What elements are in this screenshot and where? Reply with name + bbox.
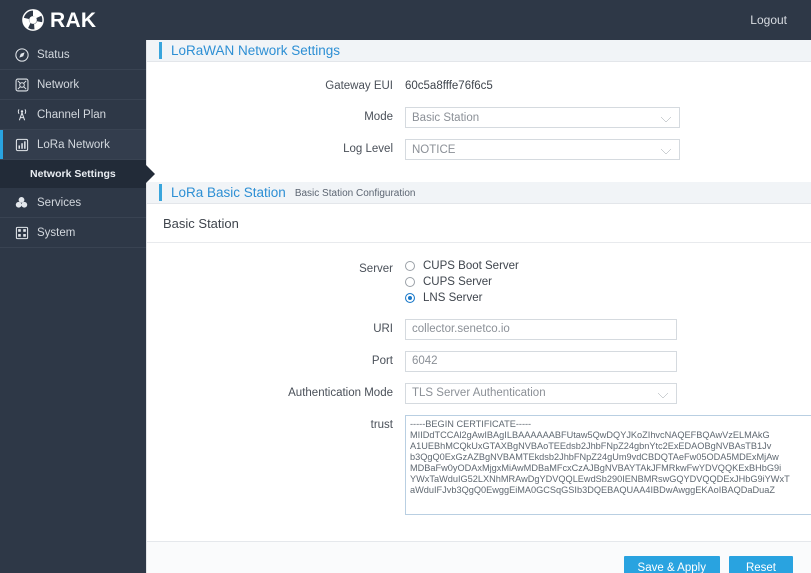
panel-accent-bar	[159, 42, 162, 60]
radio-label: CUPS Server	[423, 275, 493, 288]
server-label: Server	[359, 262, 393, 275]
log-level-select[interactable]: NOTICE	[405, 139, 680, 161]
panel-header-lorawan: LoRaWAN Network Settings	[147, 40, 811, 63]
server-radio-group: CUPS Boot Server CUPS Server LNS Server	[405, 259, 519, 308]
radio-indicator	[405, 276, 415, 287]
radio-label: CUPS Boot Server	[423, 259, 519, 272]
sidebar-item-label: LoRa Network	[37, 138, 110, 151]
sidebar-item-network-settings[interactable]: Network Settings	[0, 160, 146, 188]
top-bar: RAK Logout	[0, 0, 811, 40]
sidebar-item-label: Channel Plan	[37, 108, 107, 121]
row-gateway-eui: Gateway EUI 60c5a8fffe76f6c5	[147, 76, 811, 96]
port-label: Port	[371, 354, 393, 367]
services-icon	[14, 195, 29, 210]
sidebar-item-channel-plan[interactable]: Channel Plan	[0, 100, 146, 130]
panel-divider	[147, 174, 811, 182]
row-mode: Mode Basic Station	[147, 107, 811, 129]
radio-lns-server[interactable]: LNS Server	[405, 292, 519, 304]
antenna-icon	[14, 107, 29, 122]
panel-header-basic-station: LoRa Basic Station Basic Station Configu…	[147, 181, 811, 204]
bar-chart-icon	[14, 137, 29, 152]
trust-label: trust	[370, 418, 393, 431]
row-trust: trust -----BEGIN CERTIFICATE----- MIIDdT…	[147, 414, 811, 520]
trust-textarea-wrap: -----BEGIN CERTIFICATE----- MIIDdTCCAl2g…	[405, 414, 811, 520]
sidebar-item-label: Status	[37, 48, 70, 61]
port-input[interactable]	[405, 350, 677, 372]
save-apply-button[interactable]: Save & Apply	[623, 555, 720, 573]
basic-station-form: Server CUPS Boot Server CUPS Server LNS …	[147, 242, 811, 541]
section-label-basic-station: Basic Station	[147, 204, 811, 243]
content-area: LoRaWAN Network Settings Gateway EUI 60c…	[146, 40, 811, 573]
sidebar-item-label: System	[37, 226, 76, 239]
sidebar-item-system[interactable]: System	[0, 218, 146, 248]
radio-indicator	[405, 260, 415, 271]
mode-label: Mode	[364, 111, 393, 124]
row-log-level: Log Level NOTICE	[147, 139, 811, 161]
radio-cups-server[interactable]: CUPS Server	[405, 276, 519, 288]
network-icon	[14, 77, 29, 92]
log-level-label: Log Level	[343, 143, 393, 156]
radio-cups-boot-server[interactable]: CUPS Boot Server	[405, 260, 519, 272]
logout-button[interactable]: Logout	[750, 13, 811, 27]
body: Status Network Channel Plan LoRa Network…	[0, 40, 811, 573]
gateway-eui-label: Gateway EUI	[325, 80, 393, 93]
row-server: Server CUPS Boot Server CUPS Server LNS …	[147, 259, 811, 308]
row-auth-mode: Authentication Mode TLS Server Authentic…	[147, 382, 811, 404]
sidebar: Status Network Channel Plan LoRa Network…	[0, 40, 146, 573]
uri-input[interactable]	[405, 318, 677, 340]
sidebar-item-services[interactable]: Services	[0, 188, 146, 218]
row-port: Port	[147, 350, 811, 372]
radio-indicator-selected	[405, 292, 415, 303]
sidebar-item-label: Network	[37, 78, 80, 91]
rak-logo-icon	[22, 9, 44, 31]
brand-text: RAK	[50, 8, 97, 32]
form-footer: Save & Apply Reset	[147, 540, 811, 573]
reset-button[interactable]: Reset	[728, 555, 793, 573]
mode-select[interactable]: Basic Station	[405, 107, 680, 129]
radio-label: LNS Server	[423, 291, 483, 304]
page-title: LoRaWAN Network Settings	[171, 43, 341, 59]
trust-certificate-textarea[interactable]: -----BEGIN CERTIFICATE----- MIIDdTCCAl2g…	[405, 414, 811, 515]
system-icon	[14, 225, 29, 240]
sidebar-item-network[interactable]: Network	[0, 70, 146, 100]
brand: RAK	[0, 9, 96, 31]
auth-mode-select[interactable]: TLS Server Authentication	[405, 382, 677, 404]
sidebar-item-label: Services	[37, 196, 82, 209]
lorawan-settings-form: Gateway EUI 60c5a8fffe76f6c5 Mode Basic …	[147, 62, 811, 175]
sidebar-subitem-label: Network Settings	[30, 168, 116, 180]
panel-accent-bar	[159, 183, 162, 201]
basic-station-title: LoRa Basic Station	[171, 184, 286, 200]
application-window: RAK Logout Status Network Channel Plan L…	[0, 0, 811, 573]
basic-station-subtitle: Basic Station Configuration	[294, 187, 416, 199]
row-uri: URI	[147, 318, 811, 340]
uri-label: URI	[373, 322, 393, 335]
sidebar-item-lora-network[interactable]: LoRa Network	[0, 130, 146, 160]
gateway-eui-value: 60c5a8fffe76f6c5	[405, 80, 493, 93]
auth-mode-label: Authentication Mode	[288, 386, 393, 399]
compass-icon	[14, 47, 29, 62]
sidebar-item-status[interactable]: Status	[0, 40, 146, 70]
